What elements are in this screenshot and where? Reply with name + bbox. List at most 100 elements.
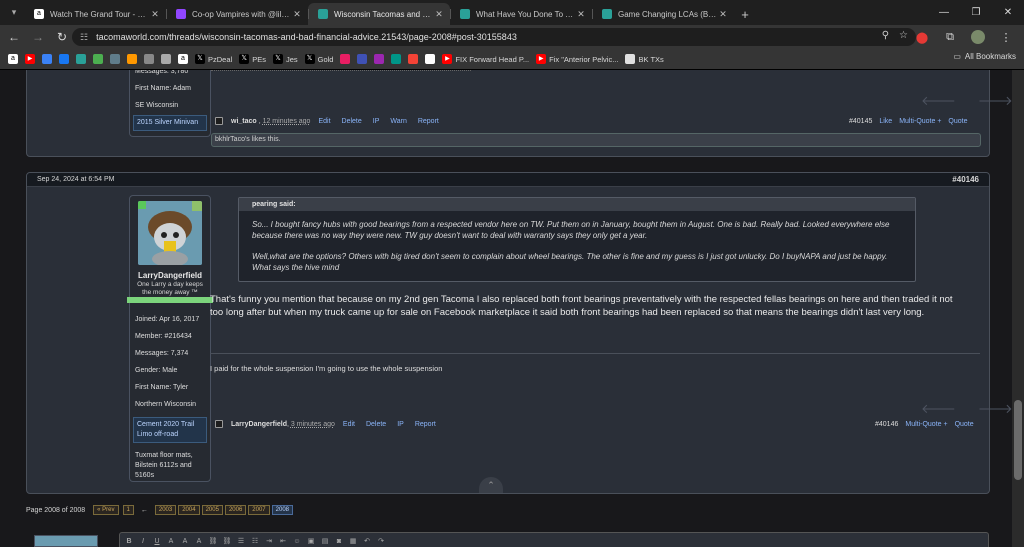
extension-icon[interactable]: ⬤ — [912, 27, 932, 47]
unlink-icon[interactable]: ⛓ — [222, 537, 232, 547]
vehicle-tag[interactable]: 2015 Silver Minivan — [133, 115, 207, 131]
bookmark[interactable] — [108, 51, 122, 67]
bookmark[interactable]: 𝕏 PEs — [237, 51, 268, 67]
page-button[interactable]: 2007 — [248, 505, 270, 515]
browser-tab[interactable]: What Have You Done To Your 3✕ — [450, 3, 592, 25]
close-tab-icon[interactable]: ✕ — [576, 9, 586, 20]
post-author[interactable]: wi_taco — [231, 118, 257, 125]
new-tab-button[interactable]: + — [734, 3, 756, 25]
minimize-icon[interactable]: — — [928, 0, 960, 25]
bookmark[interactable]: 𝕏 Jes — [271, 51, 300, 67]
quote-link[interactable]: Quote — [955, 421, 974, 428]
select-checkbox[interactable] — [215, 117, 223, 125]
bookmark[interactable] — [355, 51, 369, 67]
close-tab-icon[interactable]: ✕ — [150, 9, 160, 20]
image-icon[interactable]: ▣ — [306, 537, 316, 547]
bookmark[interactable]: a — [6, 51, 20, 67]
profile-avatar[interactable] — [968, 27, 988, 47]
page-jump-icon[interactable]: ← — [141, 507, 148, 514]
site-info-icon[interactable]: ☷ — [80, 32, 88, 43]
page-scrollbar[interactable] — [1012, 70, 1024, 547]
menu-icon[interactable]: ⋮ — [996, 27, 1016, 47]
bookmark-star-icon[interactable]: ☆ — [899, 30, 908, 41]
post-time[interactable]: 12 minutes ago — [263, 118, 311, 125]
bookmark[interactable]: ▶ FIX Forward Head P... — [440, 51, 531, 67]
like-link[interactable]: Like — [879, 118, 892, 125]
save-draft-icon[interactable]: ▦ — [348, 537, 358, 547]
browser-tab[interactable]: Game Changing LCAs (BTFFabri✕ — [592, 3, 734, 25]
page-button[interactable]: 2005 — [201, 505, 223, 515]
extensions-puzzle-icon[interactable]: ⧉ — [940, 27, 960, 47]
post-author[interactable]: LarryDangerfield — [231, 421, 287, 428]
report-link[interactable]: Report — [418, 118, 439, 125]
close-tab-icon[interactable]: ✕ — [718, 9, 728, 20]
page-button[interactable]: 2008 — [271, 505, 294, 515]
camera-icon[interactable]: ◙ — [334, 537, 344, 547]
bookmark[interactable] — [423, 51, 437, 67]
browser-tab[interactable]: Co-op Vampires with @lil_lexi ✕ — [166, 3, 308, 25]
restore-icon[interactable]: ❐ — [960, 0, 992, 25]
bold-icon[interactable]: B — [124, 537, 134, 547]
warn-link[interactable]: Warn — [390, 118, 406, 125]
multi-quote-link[interactable]: Multi-Quote + — [899, 118, 941, 125]
post-number-header[interactable]: #40146 — [952, 175, 979, 184]
smilie-icon[interactable]: ☺ — [292, 537, 302, 547]
font-icon[interactable]: A — [194, 537, 204, 547]
close-window-icon[interactable]: ✕ — [992, 0, 1024, 25]
username[interactable]: LarryDangerfield — [130, 271, 210, 280]
undo-icon[interactable]: ↶ — [362, 537, 372, 547]
bookmark[interactable] — [406, 51, 420, 67]
bookmark[interactable] — [91, 51, 105, 67]
ip-link[interactable]: IP — [373, 118, 380, 125]
bookmark[interactable]: 𝕏 Gold — [303, 51, 336, 67]
delete-link[interactable]: Delete — [342, 118, 362, 125]
bookmark[interactable]: 𝕏 PzDeal — [193, 51, 234, 67]
align-icon[interactable]: ☰ — [236, 537, 246, 547]
page-button[interactable]: 2006 — [224, 505, 247, 515]
bookmark[interactable] — [338, 51, 352, 67]
reload-icon[interactable]: ↻ — [52, 27, 72, 47]
all-bookmarks-button[interactable]: ▭ All Bookmarks — [953, 52, 1016, 61]
bookmark[interactable] — [74, 51, 88, 67]
quote-author[interactable]: pearing said: — [239, 198, 915, 211]
indent-icon[interactable]: ⇥ — [264, 537, 274, 547]
tab-search-icon[interactable]: ▾ — [4, 2, 24, 22]
redo-icon[interactable]: ↷ — [376, 537, 386, 547]
bookmark[interactable] — [125, 51, 139, 67]
likes-bar[interactable]: bkhlrTaco's likes this. — [211, 133, 981, 147]
underline-icon[interactable]: U — [152, 537, 162, 547]
italic-icon[interactable]: I — [138, 537, 148, 547]
bookmark[interactable]: ▶ Fix "Anterior Pelvic... — [534, 51, 620, 67]
bookmark[interactable] — [142, 51, 156, 67]
arrow-left-icon[interactable]: 🡐 — [921, 93, 956, 109]
arrow-left-icon[interactable]: 🡐 — [921, 401, 956, 417]
scrollbar-thumb[interactable] — [1014, 400, 1022, 480]
edit-link[interactable]: Edit — [343, 421, 355, 428]
post-number[interactable]: #40145 — [849, 118, 872, 125]
close-tab-icon[interactable]: ✕ — [434, 9, 444, 20]
arrow-right-icon[interactable]: 🡒 — [978, 401, 1013, 417]
bookmark[interactable] — [57, 51, 71, 67]
bookmark[interactable]: a — [176, 51, 190, 67]
zoom-icon[interactable]: ⚲ — [882, 30, 889, 41]
bookmark[interactable] — [159, 51, 173, 67]
bookmark[interactable]: BK TXs — [623, 51, 665, 67]
page-button[interactable]: 2003 — [154, 505, 177, 515]
page-1-button[interactable]: 1 — [122, 505, 134, 515]
browser-tab[interactable]: a Watch The Grand Tour - Season✕ — [24, 3, 166, 25]
bookmark[interactable]: ▶ — [23, 51, 37, 67]
avatar[interactable] — [138, 201, 202, 265]
link-icon[interactable]: ⛓ — [208, 537, 218, 547]
address-bar[interactable]: ☷ tacomaworld.com/threads/wisconsin-taco… — [72, 28, 916, 46]
browser-tab[interactable]: Wisconsin Tacomas and bad fin✕ — [308, 3, 450, 25]
edit-link[interactable]: Edit — [318, 118, 330, 125]
bookmark[interactable] — [389, 51, 403, 67]
list-icon[interactable]: ☷ — [250, 537, 260, 547]
page-button[interactable]: 2004 — [178, 505, 200, 515]
report-link[interactable]: Report — [415, 421, 436, 428]
multi-quote-link[interactable]: Multi-Quote + — [905, 421, 947, 428]
prev-page-button[interactable]: « Prev — [93, 505, 119, 515]
select-checkbox[interactable] — [215, 420, 223, 428]
bookmark[interactable] — [372, 51, 386, 67]
media-icon[interactable]: ▤ — [320, 537, 330, 547]
